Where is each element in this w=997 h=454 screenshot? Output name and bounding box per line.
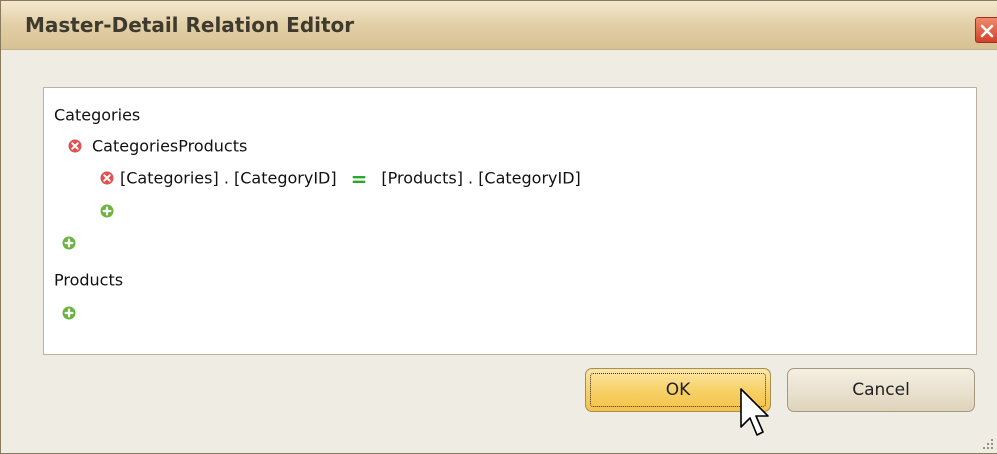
add-detail-relation-row: [62, 298, 86, 328]
remove-icon[interactable]: [68, 139, 82, 153]
close-button[interactable]: [975, 17, 997, 43]
add-icon[interactable]: [100, 204, 114, 218]
detail-table-row: Products: [54, 265, 123, 295]
condition-row: [Categories] . [CategoryID] = [Products] .…: [100, 163, 581, 193]
close-icon: [980, 24, 994, 38]
add-condition-row: [100, 196, 124, 226]
resize-grip-icon[interactable]: [981, 437, 995, 451]
cancel-button[interactable]: Cancel: [787, 368, 975, 412]
window-title: Master-Detail Relation Editor: [25, 13, 355, 37]
condition-operator[interactable]: =: [351, 167, 368, 191]
dialog-window: Master-Detail Relation Editor Categories…: [0, 0, 997, 454]
mouse-cursor-icon: [740, 388, 769, 436]
relation-row: CategoriesProducts: [68, 131, 247, 161]
detail-table-label: Products: [54, 270, 124, 290]
master-table-row: Categories: [54, 100, 140, 130]
condition-right-field[interactable]: [Products] . [CategoryID]: [381, 169, 580, 188]
remove-icon[interactable]: [100, 171, 114, 185]
add-relation-row: [62, 228, 86, 258]
relation-name[interactable]: CategoriesProducts: [92, 137, 247, 156]
add-icon[interactable]: [62, 306, 76, 320]
cancel-button-label: Cancel: [852, 380, 910, 400]
title-bar[interactable]: Master-Detail Relation Editor: [1, 1, 997, 50]
relation-tree-editor: Categories CategoriesProducts [Categorie…: [43, 87, 977, 355]
condition-left-field[interactable]: [Categories] . [CategoryID]: [120, 169, 337, 188]
add-icon[interactable]: [62, 236, 76, 250]
master-table-label: Categories: [54, 105, 141, 125]
